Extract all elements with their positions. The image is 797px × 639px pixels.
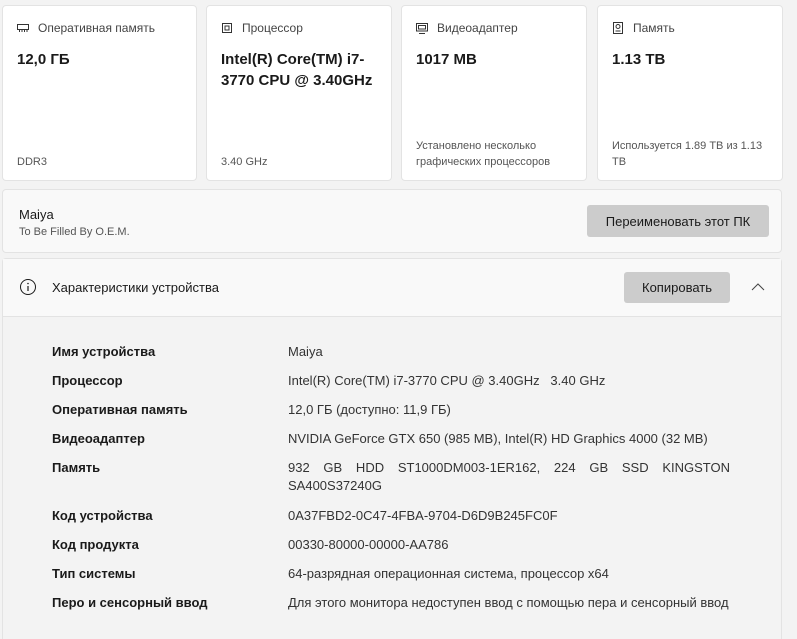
spec-key: Видеоадаптер — [52, 431, 145, 446]
device-name-panel: Maiya To Be Filled By O.E.M. Переименова… — [2, 189, 782, 253]
spec-row: Оперативная память 12,0 ГБ (доступно: 11… — [52, 401, 752, 430]
spec-value: 932 GB HDD ST1000DM003-1ER162, 224 GB SS… — [288, 460, 730, 493]
processor-icon — [221, 22, 233, 34]
card-subtitle: Установлено несколько графических процес… — [416, 140, 551, 168]
gpu-card: Видеоадаптер 1017 MB Установлено несколь… — [401, 5, 587, 181]
spec-row: Тип системы 64-разрядная операционная си… — [52, 565, 752, 594]
spec-key: Перо и сенсорный ввод — [52, 595, 208, 610]
card-title: Память — [633, 21, 675, 35]
spec-row: Имя устройства Maiya — [52, 343, 752, 372]
chevron-up-icon[interactable] — [750, 279, 766, 295]
card-title: Видеоадаптер — [437, 21, 518, 35]
card-value: Intel(R) Core(TM) i7-3770 CPU @ 3.40GHz — [221, 51, 373, 89]
card-value: 1.13 TB — [612, 51, 666, 68]
storage-icon — [612, 22, 624, 34]
spec-row: Память 932 GB HDD ST1000DM003-1ER162, 22… — [52, 459, 752, 507]
spec-row: Перо и сенсорный ввод Для этого монитора… — [52, 594, 752, 634]
device-specs-table: Имя устройства Maiya Процессор Intel(R) … — [52, 343, 752, 634]
card-subtitle: DDR3 — [17, 156, 47, 168]
spec-value: 12,0 ГБ (доступно: 11,9 ГБ) — [288, 402, 451, 417]
copy-button[interactable]: Копировать — [624, 272, 730, 303]
device-specs-header[interactable]: Характеристики устройства Копировать — [3, 259, 781, 317]
spec-key: Оперативная память — [52, 402, 188, 417]
spec-row: Процессор Intel(R) Core(TM) i7-3770 CPU … — [52, 372, 752, 401]
spec-row: Код устройства 0A37FBD2-0C47-4FBA-9704-D… — [52, 507, 752, 536]
device-specs-title: Характеристики устройства — [52, 280, 219, 295]
spec-row: Видеоадаптер NVIDIA GeForce GTX 650 (985… — [52, 430, 752, 459]
rename-pc-button[interactable]: Переименовать этот ПК — [587, 205, 769, 237]
device-description: To Be Filled By O.E.M. — [19, 226, 130, 238]
spec-value: 0A37FBD2-0C47-4FBA-9704-D6D9B245FC0F — [288, 508, 558, 523]
card-subtitle: Используется 1.89 TB из 1.13 TB — [612, 140, 763, 168]
info-icon — [20, 279, 36, 295]
device-specs-panel: Характеристики устройства Копировать Имя… — [2, 258, 782, 639]
spec-row: Код продукта 00330-80000-00000-AA786 — [52, 536, 752, 565]
spec-value: 00330-80000-00000-AA786 — [288, 537, 449, 552]
spec-key: Память — [52, 460, 101, 475]
spec-key: Процессор — [52, 373, 123, 388]
card-subtitle: 3.40 GHz — [221, 156, 268, 168]
spec-key: Код устройства — [52, 508, 153, 523]
storage-card: Память 1.13 TB Используется 1.89 TB из 1… — [597, 5, 783, 181]
spec-value: Maiya — [288, 344, 323, 359]
spec-value: Для этого монитора недоступен ввод с пом… — [288, 595, 729, 610]
card-title: Процессор — [242, 21, 303, 35]
card-title: Оперативная память — [38, 21, 155, 35]
spec-value: 64-разрядная операционная система, проце… — [288, 566, 609, 581]
spec-key: Имя устройства — [52, 344, 156, 359]
gpu-icon — [416, 22, 428, 34]
ram-card: Оперативная память 12,0 ГБ DDR3 — [2, 5, 197, 181]
device-name: Maiya — [19, 207, 54, 222]
ram-icon — [17, 22, 29, 34]
spec-key: Код продукта — [52, 537, 139, 552]
spec-key: Тип системы — [52, 566, 136, 581]
spec-value: NVIDIA GeForce GTX 650 (985 MB), Intel(R… — [288, 431, 708, 446]
card-value: 12,0 ГБ — [17, 51, 70, 68]
processor-card: Процессор Intel(R) Core(TM) i7-3770 CPU … — [206, 5, 392, 181]
spec-value: Intel(R) Core(TM) i7-3770 CPU @ 3.40GHz … — [288, 373, 606, 388]
card-value: 1017 MB — [416, 51, 477, 68]
